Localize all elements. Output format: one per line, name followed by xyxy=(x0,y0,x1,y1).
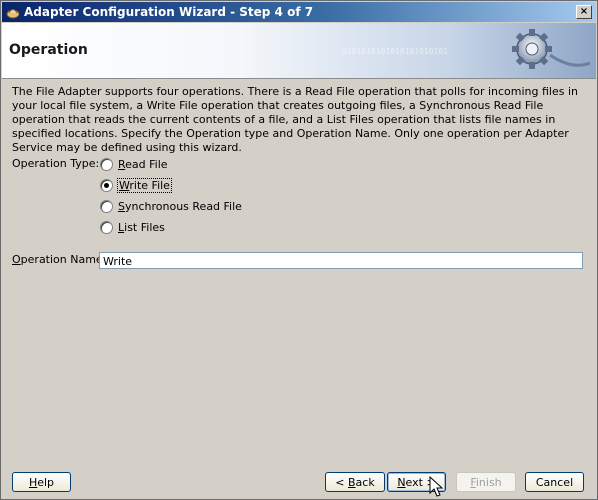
finish-button[interactable]: Finish xyxy=(456,472,516,492)
wizard-window: Adapter Configuration Wizard - Step 4 of… xyxy=(0,0,598,500)
radio-label: Read File xyxy=(118,157,168,171)
radio-button[interactable] xyxy=(100,178,113,192)
radio-button[interactable] xyxy=(100,220,113,234)
radio-button[interactable] xyxy=(100,199,113,213)
radio-label: Synchronous Read File xyxy=(118,199,242,213)
operation-name-input[interactable]: Write xyxy=(99,252,583,269)
operation-type-label: Operation Type: xyxy=(12,157,100,170)
back-button[interactable]: < Back xyxy=(325,472,385,492)
app-icon xyxy=(6,9,20,19)
operation-name-label: Operation Name: xyxy=(12,253,107,266)
page-title: Operation xyxy=(9,42,88,58)
title-bar[interactable]: Adapter Configuration Wizard - Step 4 of… xyxy=(2,2,596,22)
binary-decoration: 0101010101010101010101 xyxy=(342,47,448,56)
selected-dot-icon xyxy=(104,182,109,188)
cancel-button[interactable]: Cancel xyxy=(525,472,584,492)
radio-label: List Files xyxy=(118,220,165,234)
radio-read-file[interactable]: Read File xyxy=(100,157,169,173)
radio-write-file[interactable]: Write File xyxy=(100,177,172,194)
radio-label: Write File xyxy=(117,177,172,193)
radio-synchronous-read-file[interactable]: Synchronous Read File xyxy=(100,199,243,215)
window-title: Adapter Configuration Wizard - Step 4 of… xyxy=(24,5,314,19)
radio-button[interactable] xyxy=(100,157,113,171)
radio-list-files[interactable]: List Files xyxy=(100,220,166,236)
wizard-header: Operation 0101010101010101010101 xyxy=(2,23,596,79)
help-button[interactable]: Help xyxy=(12,472,71,492)
adapter-gear-icon xyxy=(512,29,591,69)
mouse-pointer-icon xyxy=(429,476,444,497)
description-text: The File Adapter supports four operation… xyxy=(12,85,579,154)
close-button[interactable]: × xyxy=(576,5,592,19)
